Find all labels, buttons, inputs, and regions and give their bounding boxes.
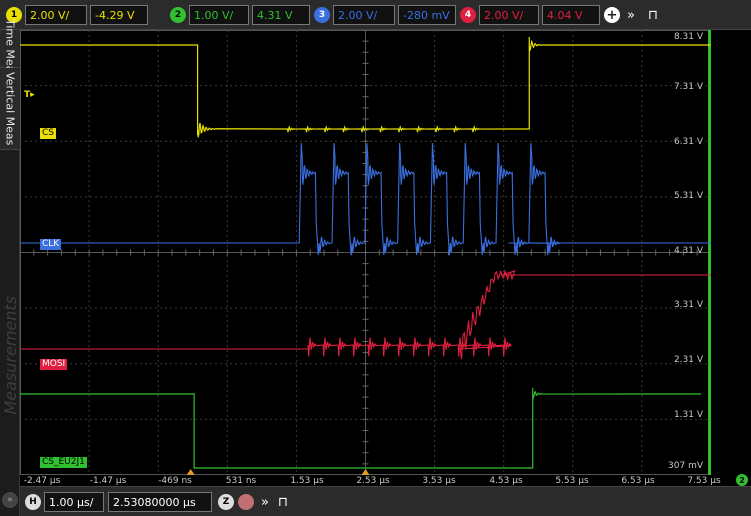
- axis-label-0: 307 mV: [668, 461, 703, 471]
- channel-4-scale-field[interactable]: 2.00 V/: [479, 5, 539, 25]
- cs-trace-label[interactable]: CS: [40, 128, 56, 139]
- time-label: 1.53 µs: [290, 476, 324, 486]
- axis-label-4: 4.31 V: [673, 246, 703, 256]
- clk-trace-label[interactable]: CLK: [40, 239, 62, 250]
- channel-2-offset-field[interactable]: 4.31 V: [252, 5, 310, 25]
- mosi-trace-label[interactable]: MOSI: [40, 359, 68, 370]
- add-channel-icon[interactable]: +: [604, 7, 620, 23]
- channel-3-group: 3 2.00 V/ -280 mV: [314, 5, 459, 25]
- timebase-toolbar: H 1.00 µs/ 2.53080000 µs Z » ⊓: [20, 486, 751, 516]
- time-label: 6.53 µs: [621, 476, 655, 486]
- channel-1-group: 1 2.00 V/ -4.29 V: [6, 5, 151, 25]
- axis-label-8: 8.31 V: [673, 32, 703, 42]
- time-label: 5.53 µs: [555, 476, 589, 486]
- axis-label-1: 1.31 V: [673, 410, 703, 420]
- channel-2-axis-bar: [708, 30, 711, 475]
- pin-icon[interactable]: ⊓: [274, 493, 292, 511]
- channel-4-offset-field[interactable]: 4.04 V: [542, 5, 600, 25]
- time-label: -2.47 µs: [23, 476, 61, 486]
- zoom-badge[interactable]: Z: [218, 494, 234, 510]
- time-label: -1.47 µs: [89, 476, 127, 486]
- cs-eu2j1-trace: [20, 388, 702, 469]
- axis-label-7: 7.31 V: [673, 82, 703, 92]
- timebase-scale-field[interactable]: 1.00 µs/: [44, 492, 104, 512]
- trigger-level-marker[interactable]: T▸: [22, 90, 37, 101]
- expand-chevron-icon[interactable]: »: [256, 493, 274, 511]
- axis-label-5: 5.31 V: [673, 191, 703, 201]
- record-icon[interactable]: [238, 494, 254, 510]
- time-label: 531 ns: [225, 476, 257, 486]
- channel-3-offset-field[interactable]: -280 mV: [398, 5, 456, 25]
- timebase-delay-field[interactable]: 2.53080000 µs: [108, 492, 212, 512]
- channel-3-scale-field[interactable]: 2.00 V/: [333, 5, 395, 25]
- time-label: 2.53 µs: [356, 476, 390, 486]
- channel-2-scale-field[interactable]: 1.00 V/: [189, 5, 249, 25]
- pin-icon[interactable]: ⊓: [644, 6, 662, 24]
- channel-4-badge[interactable]: 4: [460, 7, 476, 23]
- trigger-position-marker: [186, 469, 195, 475]
- channel-2-group: 2 1.00 V/ 4.31 V: [170, 5, 313, 25]
- collapse-panel-icon[interactable]: »: [2, 492, 18, 508]
- waveform-svg: [20, 30, 711, 475]
- tab-vertical-meas-label: Vertical Meas: [3, 71, 17, 146]
- channel-toolbar: 1 2.00 V/ -4.29 V 2 1.00 V/ 4.31 V 3 2.0…: [0, 0, 751, 30]
- channel-4-group: 4 2.00 V/ 4.04 V: [460, 5, 603, 25]
- time-label: 3.53 µs: [422, 476, 456, 486]
- expand-chevron-icon[interactable]: »: [622, 6, 640, 24]
- side-panel: Time Meas Vertical Meas Measurements »: [0, 19, 20, 516]
- measurements-watermark: Measurements: [0, 295, 20, 415]
- channel-3-badge[interactable]: 3: [314, 7, 330, 23]
- time-label: -469 ns: [158, 476, 192, 486]
- channel-1-scale-field[interactable]: 2.00 V/: [25, 5, 87, 25]
- axis-label-6: 6.31 V: [673, 137, 703, 147]
- channel-1-offset-field[interactable]: -4.29 V: [90, 5, 148, 25]
- delay-position-marker: [361, 469, 370, 475]
- axis-channel-badge[interactable]: 2: [736, 474, 748, 486]
- axis-label-3: 3.31 V: [673, 300, 703, 310]
- channel-2-badge[interactable]: 2: [170, 7, 186, 23]
- tab-vertical-meas[interactable]: Vertical Meas: [0, 68, 20, 150]
- time-label: 7.53 µs: [687, 476, 721, 486]
- time-label: 4.53 µs: [489, 476, 523, 486]
- waveform-display[interactable]: T▸ CS CLK MOSI CS_EU2J1 8.31 V 7.31 V 6.…: [20, 30, 711, 475]
- axis-label-2: 2.31 V: [673, 355, 703, 365]
- horizontal-badge[interactable]: H: [25, 494, 41, 510]
- cs-eu2j1-trace-label[interactable]: CS_EU2J1: [40, 457, 87, 468]
- tab-time-meas[interactable]: Time Meas: [0, 19, 20, 78]
